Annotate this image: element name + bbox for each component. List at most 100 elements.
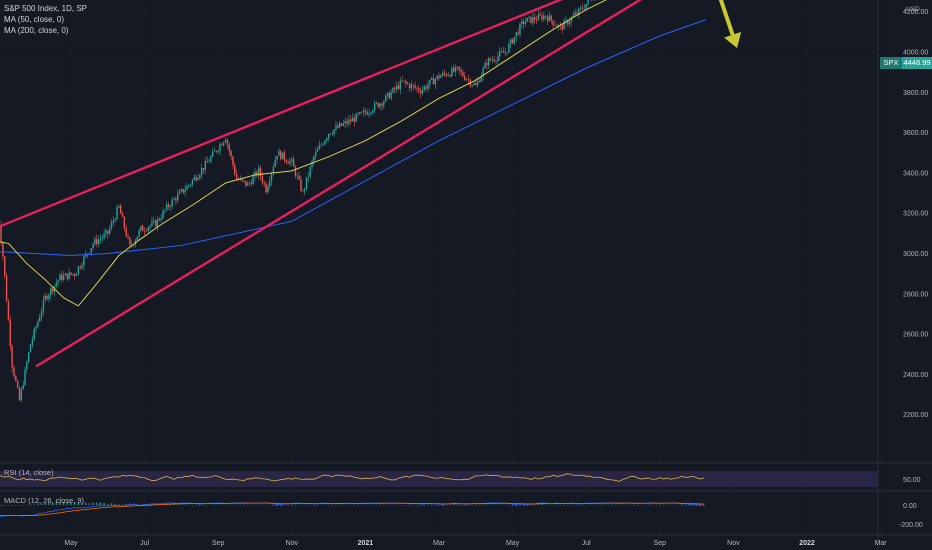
ma200-polyline	[0, 19, 706, 257]
candle-body	[305, 177, 308, 190]
macd-histogram-bar	[519, 505, 521, 506]
candle-body	[419, 91, 422, 94]
macd-histogram-bar	[254, 504, 256, 506]
candle-body	[370, 112, 372, 114]
candle-body	[539, 14, 541, 16]
candle-body	[188, 185, 190, 186]
candle-body	[513, 36, 516, 44]
price-chart[interactable]: 50.00 0.00-200.00 2200.002400.002600.002…	[0, 0, 932, 550]
macd-histogram-bar	[427, 504, 429, 506]
candle-body	[62, 275, 65, 280]
macd-histogram-bar	[283, 505, 286, 506]
candle-body	[276, 155, 278, 160]
candle-body	[451, 68, 453, 77]
channel-lower-line	[35, 0, 643, 368]
candle-body	[587, 0, 589, 4]
macd-histogram-bar	[456, 504, 458, 506]
candle-body	[401, 80, 403, 82]
candle-body	[263, 182, 265, 184]
macd-histogram-bar	[239, 504, 241, 506]
macd-histogram-bar	[379, 504, 381, 506]
candle-body	[429, 79, 431, 85]
candle-body	[537, 14, 540, 21]
macd-histogram-bar	[85, 502, 87, 505]
candle-body	[243, 180, 245, 181]
channel-lines[interactable]	[0, 0, 700, 368]
macd-signal-line	[0, 502, 704, 516]
macd-histogram-bar	[633, 505, 635, 506]
candle-body	[541, 15, 543, 20]
price-tick-label: 2600.00	[903, 332, 928, 339]
time-axis[interactable]: May Jul Sep Nov 2021 Mar May Jul Sep Nov 2022 Mar	[0, 534, 932, 547]
macd-histogram-bar	[195, 505, 197, 506]
macd-histogram-bar	[202, 505, 205, 506]
macd-histogram-bar	[320, 504, 322, 506]
candle-body	[399, 80, 402, 90]
candle-body	[177, 193, 179, 201]
macd-histogram-bar	[350, 504, 352, 506]
macd-histogram-bar	[280, 505, 282, 507]
candle-body	[373, 103, 376, 111]
candle-body	[270, 172, 273, 181]
macd-histogram-bar	[526, 505, 528, 506]
macd-histogram-bar	[272, 505, 274, 506]
candle-body	[421, 89, 424, 94]
candle-body	[246, 183, 249, 186]
candle-body	[307, 176, 310, 178]
macd-histogram-bar	[236, 504, 238, 506]
symbol-tag: SPX	[880, 57, 902, 69]
price-tick-label: 3800.00	[903, 90, 928, 97]
candle-body	[565, 20, 567, 21]
ma200-line	[0, 19, 706, 257]
macd-histogram-bar	[243, 504, 245, 506]
macd-histogram-bar	[556, 504, 558, 505]
time-tick-label: Sep	[654, 540, 667, 547]
macd-histogram-bar	[342, 504, 344, 506]
candle-body	[425, 86, 427, 89]
candle-body	[320, 144, 322, 146]
ma50-line	[0, 0, 607, 307]
candle-body	[511, 39, 514, 44]
macd-histogram-bar	[213, 504, 216, 506]
candle-body	[189, 184, 192, 186]
candle-body	[7, 301, 10, 321]
price-tick-label: 2400.00	[903, 372, 928, 379]
macd-histogram-bar	[405, 505, 407, 506]
candle-body	[546, 16, 549, 22]
price-axis[interactable]: 2200.00 2400.00 2600.00 2800.00 3000.00 3200.…	[877, 0, 928, 550]
candle-body	[110, 222, 113, 229]
macd-histogram-bar	[397, 504, 400, 506]
macd-histogram-bar	[534, 504, 536, 506]
candle-body	[522, 21, 525, 24]
candle-body	[178, 191, 181, 194]
candle-body	[318, 145, 321, 150]
candle-body	[432, 77, 435, 85]
macd-histogram-bar	[673, 504, 676, 506]
macd-histogram-bar	[291, 504, 293, 506]
macd-histogram-bar	[574, 505, 576, 506]
time-tick-label: Mar	[433, 540, 446, 547]
candle-body	[283, 152, 286, 160]
rsi-band	[0, 471, 878, 487]
candle-body	[416, 87, 418, 89]
macd-histogram-bar	[442, 505, 444, 506]
macd-histogram-bar	[118, 504, 120, 505]
candle-body	[316, 149, 319, 152]
candle-body	[583, 8, 586, 10]
candle-body	[436, 75, 438, 80]
candle-body	[405, 80, 407, 84]
candle-body	[48, 295, 50, 300]
candle-body	[75, 273, 78, 276]
macd-histogram-bar	[7, 504, 10, 506]
candle-body	[340, 123, 343, 126]
candle-body	[57, 280, 59, 284]
macd-histogram-bar	[361, 504, 363, 506]
candle-body	[303, 189, 306, 191]
macd-pane: 0.00 -200.00	[0, 490, 932, 529]
macd-histogram-bar	[316, 505, 319, 506]
candle-body	[568, 21, 571, 25]
macd-histogram-bar	[339, 504, 341, 506]
candle-body	[39, 317, 41, 322]
macd-histogram-bar	[232, 504, 234, 506]
projection-arrow[interactable]	[711, 0, 742, 48]
